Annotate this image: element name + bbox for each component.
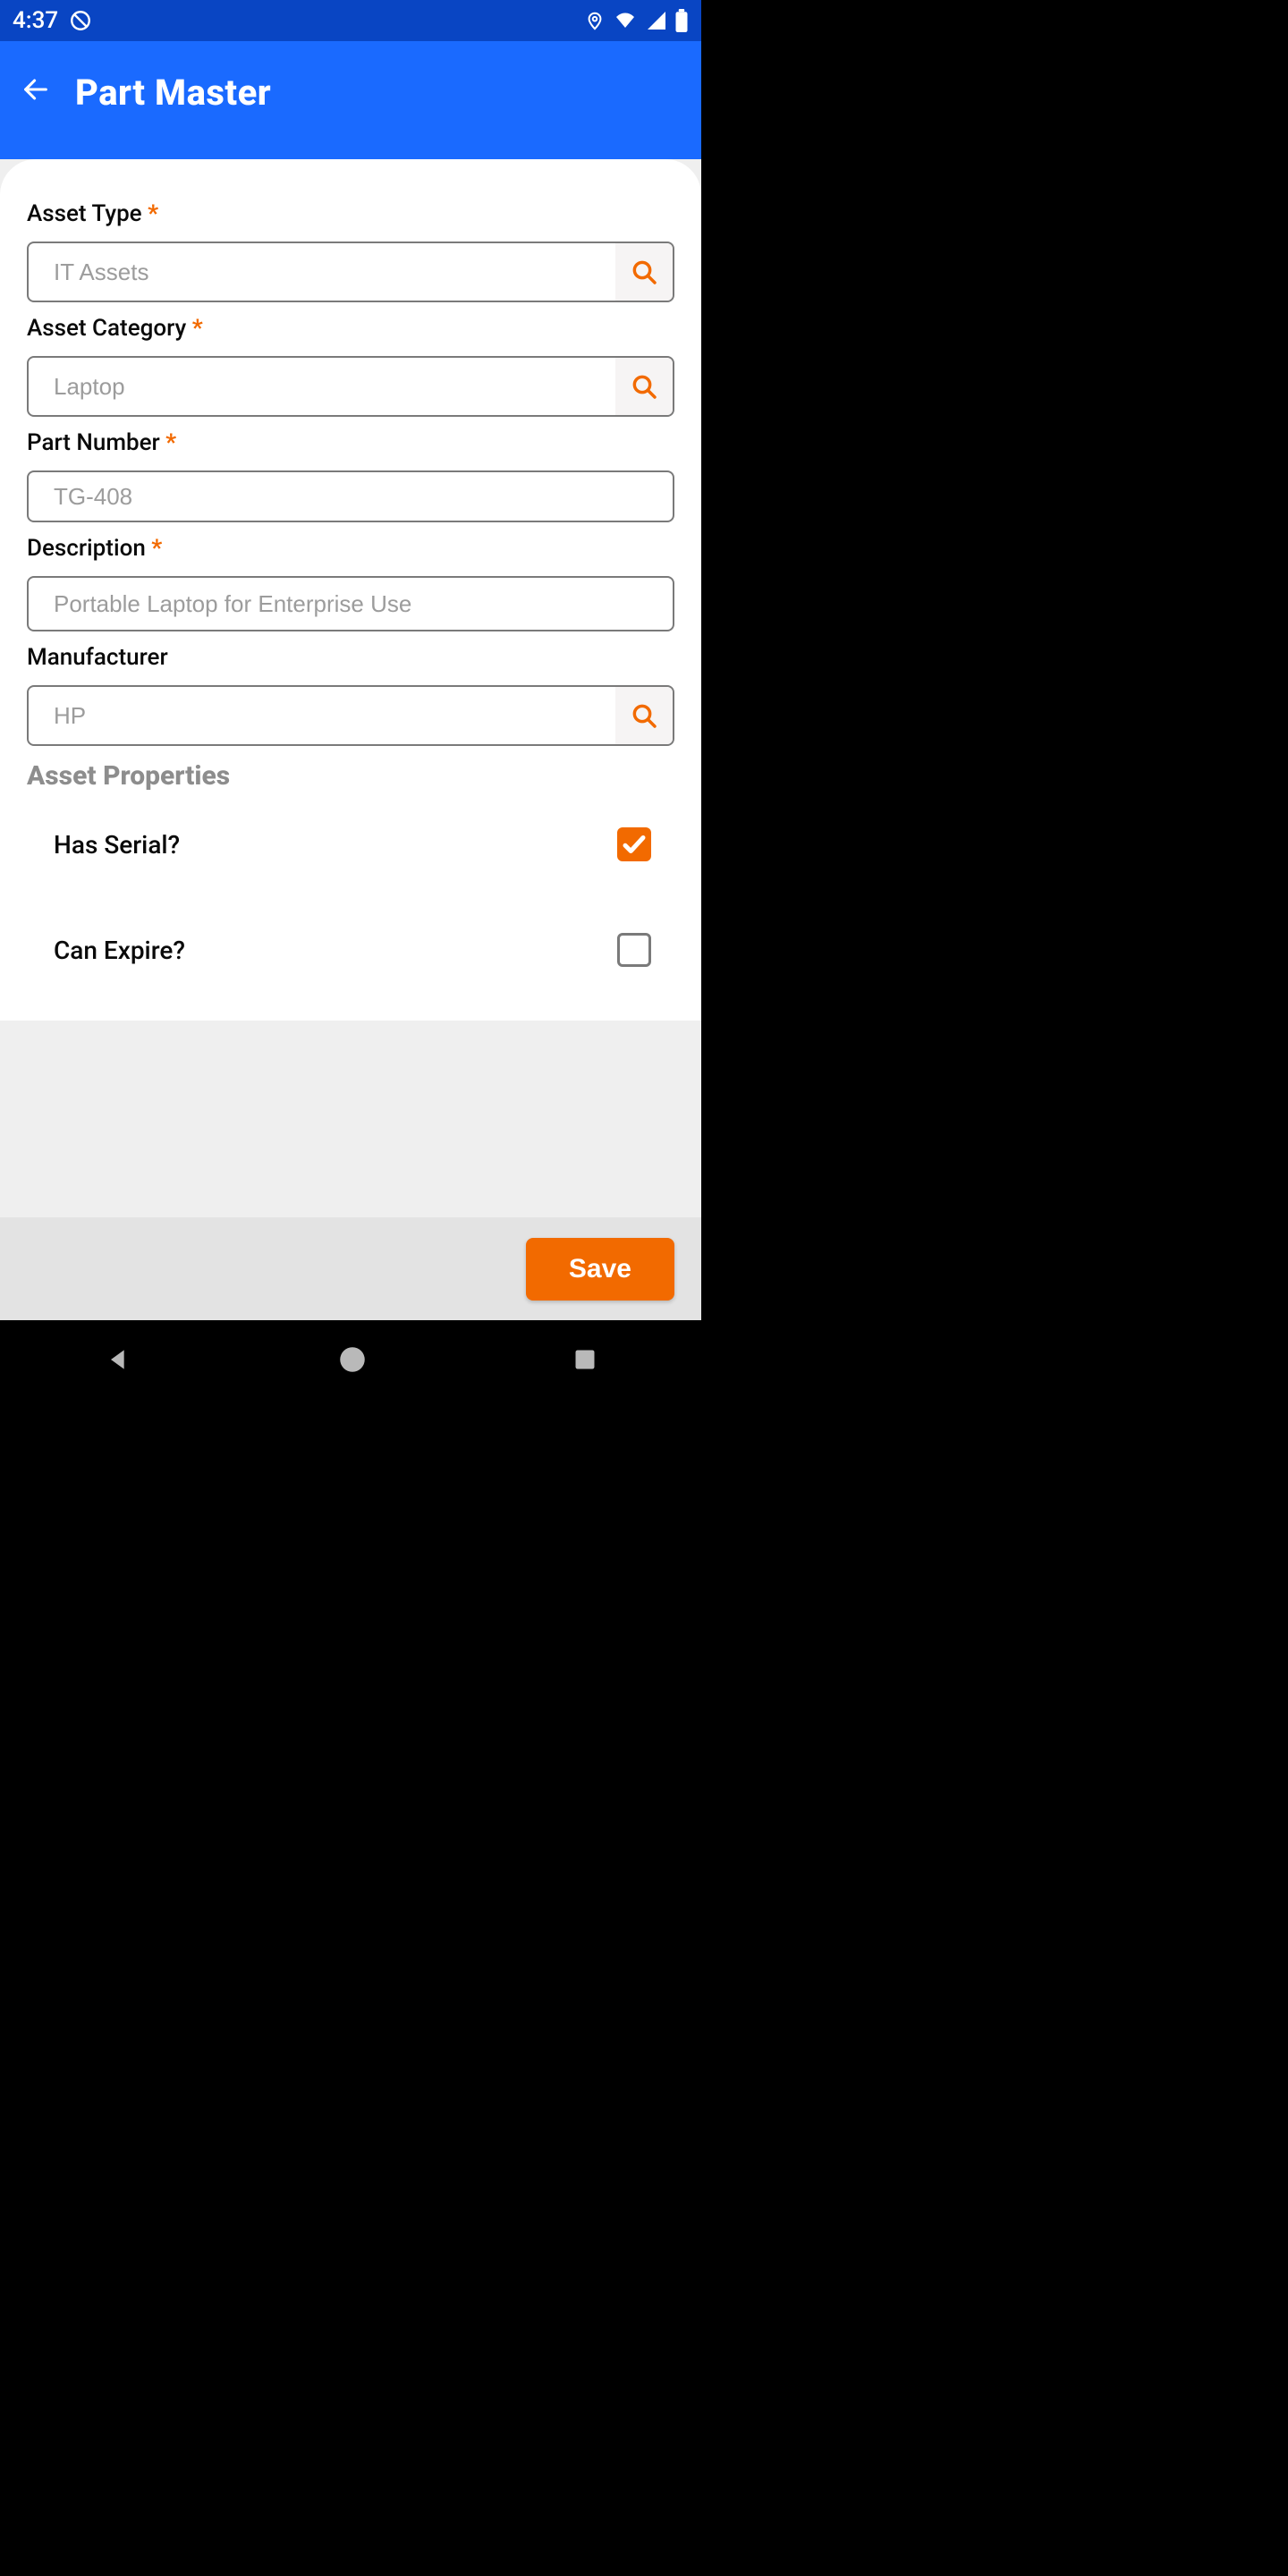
square-recents-icon xyxy=(572,1347,597,1372)
required-marker: * xyxy=(151,535,162,562)
checkbox-can-expire[interactable] xyxy=(617,933,651,967)
save-button[interactable]: Save xyxy=(526,1238,674,1301)
nav-back-button[interactable] xyxy=(104,1345,132,1377)
section-asset-properties: Asset Properties xyxy=(27,760,674,792)
input-part-number-wrap xyxy=(27,470,674,522)
wifi-icon xyxy=(612,10,639,31)
prop-can-expire: Can Expire? xyxy=(27,897,674,1003)
label-has-serial: Has Serial? xyxy=(54,830,180,860)
nav-home-button[interactable] xyxy=(339,1346,366,1377)
do-not-disturb-icon xyxy=(69,9,92,32)
field-description: Description * xyxy=(27,535,674,631)
checkbox-has-serial[interactable] xyxy=(617,827,651,861)
field-manufacturer: Manufacturer xyxy=(27,644,674,746)
prop-has-serial: Has Serial? xyxy=(27,792,674,897)
nav-recents-button[interactable] xyxy=(572,1347,597,1376)
manufacturer-search-button[interactable] xyxy=(615,687,673,744)
app-header: Part Master xyxy=(0,41,701,159)
field-asset-category: Asset Category * xyxy=(27,315,674,417)
location-icon xyxy=(585,9,605,32)
description-input[interactable] xyxy=(29,578,673,630)
signal-icon xyxy=(646,10,667,31)
required-marker: * xyxy=(148,200,158,227)
input-asset-type-wrap xyxy=(27,242,674,302)
field-part-number: Part Number * xyxy=(27,429,674,522)
field-asset-type: Asset Type * xyxy=(27,200,674,302)
check-icon xyxy=(621,831,648,858)
label-asset-type: Asset Type xyxy=(27,200,142,227)
form-card: Asset Type * Asset Category * xyxy=(0,159,701,1021)
label-asset-category: Asset Category xyxy=(27,315,186,342)
system-nav-bar xyxy=(0,1320,701,1402)
search-icon xyxy=(630,372,658,401)
content-area: Asset Type * Asset Category * xyxy=(0,159,701,1320)
asset-category-search-button[interactable] xyxy=(615,358,673,415)
part-number-input[interactable] xyxy=(29,472,673,521)
arrow-left-icon xyxy=(21,74,51,105)
circle-home-icon xyxy=(339,1346,366,1373)
asset-category-input[interactable] xyxy=(29,358,615,415)
status-time: 4:37 xyxy=(13,7,58,34)
page-title: Part Master xyxy=(75,72,271,114)
input-description-wrap xyxy=(27,576,674,631)
input-manufacturer-wrap xyxy=(27,685,674,746)
back-button[interactable] xyxy=(18,72,54,107)
search-icon xyxy=(630,701,658,730)
battery-icon xyxy=(674,9,689,32)
label-description: Description xyxy=(27,535,146,562)
required-marker: * xyxy=(192,315,203,342)
status-bar: 4:37 xyxy=(0,0,701,41)
triangle-back-icon xyxy=(104,1345,132,1374)
label-part-number: Part Number xyxy=(27,429,160,456)
required-marker: * xyxy=(165,429,176,456)
search-icon xyxy=(630,258,658,286)
footer-bar: Save xyxy=(0,1217,701,1320)
label-manufacturer: Manufacturer xyxy=(27,644,168,671)
asset-type-search-button[interactable] xyxy=(615,243,673,301)
label-can-expire: Can Expire? xyxy=(54,936,185,965)
input-asset-category-wrap xyxy=(27,356,674,417)
asset-type-input[interactable] xyxy=(29,243,615,301)
manufacturer-input[interactable] xyxy=(29,687,615,744)
